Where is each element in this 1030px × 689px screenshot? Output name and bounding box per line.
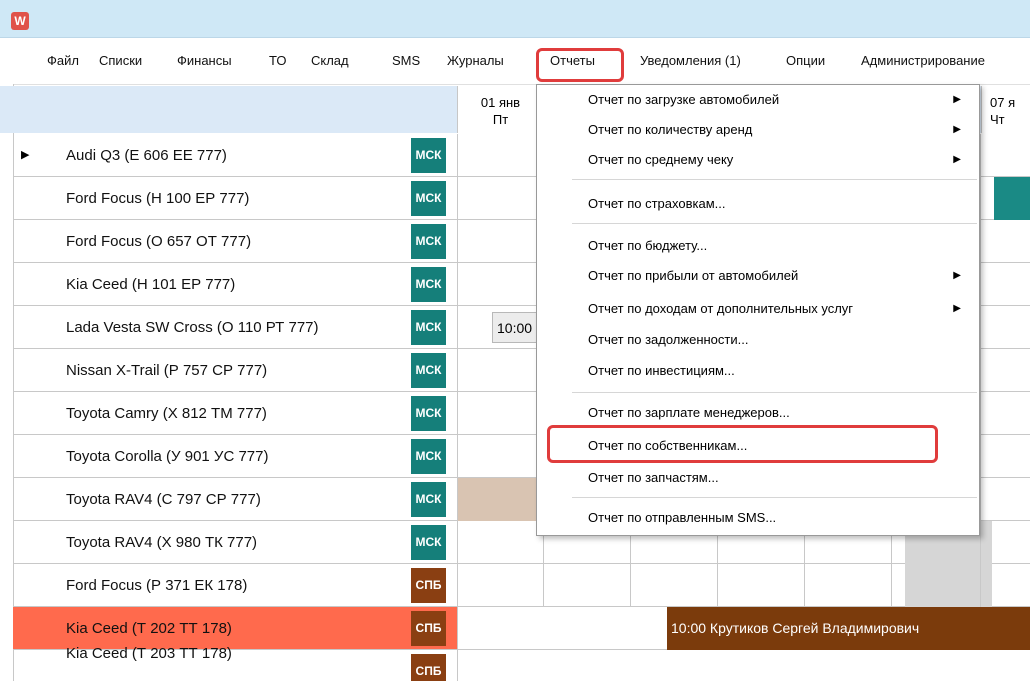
booking-bar[interactable] [457, 478, 537, 521]
menu-item-rentals-count-report[interactable]: Отчет по количеству аренд ▶ [537, 115, 979, 145]
menu-separator [572, 179, 977, 180]
menu-item-average-check-report[interactable]: Отчет по среднему чеку ▶ [537, 145, 979, 175]
vehicle-name: Kia Ceed (Н 101 ЕР 777) [66, 276, 236, 293]
city-badge: МСК [411, 138, 446, 173]
app-logo-icon: W [11, 12, 29, 30]
city-badge: МСК [411, 353, 446, 388]
submenu-arrow-icon: ▶ [953, 124, 961, 135]
grid-line [457, 134, 458, 681]
title-bar: W [0, 0, 1030, 38]
menu-file[interactable]: Файл [47, 38, 79, 84]
city-badge: МСК [411, 439, 446, 474]
city-badge: МСК [411, 181, 446, 216]
grid-left-edge [0, 84, 14, 681]
menu-item-extra-services-report[interactable]: Отчет по доходам от дополнительных услуг… [537, 294, 979, 324]
city-badge: МСК [411, 396, 446, 431]
date-label: 01 янв [480, 95, 521, 110]
menu-warehouse[interactable]: Склад [311, 38, 349, 84]
city-badge: СПБ [411, 654, 446, 681]
menu-separator [572, 223, 977, 224]
menu-item-label: Отчет по инвестициям... [588, 363, 735, 378]
city-badge: МСК [411, 525, 446, 560]
vehicle-row[interactable]: Kia Ceed (Т 203 ТТ 178) СПБ [13, 645, 1030, 681]
vehicle-row[interactable]: Ford Focus (Р 371 ЕК 178) СПБ [13, 564, 1030, 607]
date-column-header[interactable]: 01 янв Пт [457, 86, 543, 133]
menu-bar: Файл Списки Финансы ТО Склад SMS Журналы… [0, 38, 1030, 85]
vehicle-name: Nissan X-Trail (Р 757 СР 777) [66, 362, 268, 379]
menu-item-label: Отчет по задолженности... [588, 332, 749, 347]
menu-item-label: Отчет по прибыли от автомобилей [588, 268, 799, 283]
date-label: 07 я [990, 95, 1016, 110]
submenu-arrow-icon: ▶ [953, 94, 961, 105]
grid-line [980, 134, 981, 607]
menu-item-insurance-report[interactable]: Отчет по страховкам... [537, 189, 979, 219]
menu-item-label: Отчет по среднему чеку [588, 152, 734, 167]
menu-administration[interactable]: Администрирование [861, 38, 985, 84]
city-badge: МСК [411, 267, 446, 302]
vehicle-name: Toyota RAV4 (Х 980 ТК 777) [66, 534, 258, 551]
menu-separator [572, 392, 977, 393]
menu-item-sent-sms-report[interactable]: Отчет по отправленным SMS... [537, 503, 979, 533]
booking-bar[interactable]: 10:00 [492, 312, 537, 343]
city-badge: МСК [411, 224, 446, 259]
vehicle-name: Ford Focus (О 657 ОТ 777) [66, 233, 252, 250]
menu-notifications[interactable]: Уведомления (1) [640, 38, 741, 84]
schedule-cells[interactable]: 10:00 Крутиков Сергей Владимирович [457, 607, 1030, 650]
vehicle-name: Toyota Corolla (У 901 УС 777) [66, 448, 269, 465]
grid-header-corner [13, 86, 457, 133]
booking-bar[interactable] [994, 177, 1030, 220]
city-badge: МСК [411, 482, 446, 517]
menu-item-investment-report[interactable]: Отчет по инвестициям... [537, 356, 979, 386]
menu-item-spare-parts-report[interactable]: Отчет по запчастям... [537, 463, 979, 493]
menu-to[interactable]: ТО [269, 38, 286, 84]
menu-lists[interactable]: Списки [99, 38, 142, 84]
menu-item-manager-salary-report[interactable]: Отчет по зарплате менеджеров... [537, 398, 979, 428]
date-column-header[interactable]: 07 я Чт [981, 86, 1030, 133]
vehicle-name: Toyota RAV4 (С 797 СР 777) [66, 491, 261, 508]
menu-item-budget-report[interactable]: Отчет по бюджету... [537, 231, 979, 261]
vehicle-name: Audi Q3 (Е 606 ЕЕ 777) [66, 147, 227, 164]
menu-separator [572, 497, 977, 498]
menu-finance[interactable]: Финансы [177, 38, 232, 84]
menu-options[interactable]: Опции [786, 38, 825, 84]
city-badge: СПБ [411, 611, 446, 646]
menu-item-debt-report[interactable]: Отчет по задолженности... [537, 325, 979, 355]
menu-item-label: Отчет по страховкам... [588, 196, 726, 211]
menu-sms[interactable]: SMS [392, 38, 420, 84]
vehicle-name: Ford Focus (Н 100 ЕР 777) [66, 190, 250, 207]
day-label: Чт [990, 112, 1005, 127]
current-row-indicator-icon: ▶ [21, 149, 30, 161]
menu-item-label: Отчет по количеству аренд [588, 122, 753, 137]
menu-journals[interactable]: Журналы [447, 38, 504, 84]
vehicle-name: Toyota Camry (Х 812 ТМ 777) [66, 405, 267, 422]
vehicle-name: Kia Ceed (Т 203 ТТ 178) [66, 645, 232, 662]
booking-bar[interactable]: 10:00 Крутиков Сергей Владимирович [667, 607, 1030, 650]
reports-dropdown-menu: Отчет по загрузке автомобилей ▶ Отчет по … [536, 84, 980, 536]
vehicle-name: Ford Focus (Р 371 ЕК 178) [66, 577, 248, 594]
submenu-arrow-icon: ▶ [953, 270, 961, 281]
submenu-arrow-icon: ▶ [953, 154, 961, 165]
menu-item-car-profit-report[interactable]: Отчет по прибыли от автомобилей ▶ [537, 261, 979, 291]
submenu-arrow-icon: ▶ [953, 303, 961, 314]
menu-item-label: Отчет по загрузке автомобилей [588, 92, 780, 107]
menu-item-label: Отчет по отправленным SMS... [588, 510, 777, 525]
vehicle-name: Lada Vesta SW Cross (О 110 РТ 777) [66, 319, 319, 336]
weekend-column [905, 564, 992, 607]
day-label: Пт [492, 112, 509, 127]
menu-item-car-load-report[interactable]: Отчет по загрузке автомобилей ▶ [537, 85, 979, 115]
menu-item-label: Отчет по бюджету... [588, 238, 708, 253]
owners-report-highlight [547, 425, 938, 463]
city-badge: СПБ [411, 568, 446, 603]
menu-item-label: Отчет по зарплате менеджеров... [588, 405, 790, 420]
menu-item-label: Отчет по доходам от дополнительных услуг [588, 301, 854, 316]
city-badge: МСК [411, 310, 446, 345]
reports-menu-highlight [536, 48, 624, 82]
menu-item-label: Отчет по запчастям... [588, 470, 719, 485]
